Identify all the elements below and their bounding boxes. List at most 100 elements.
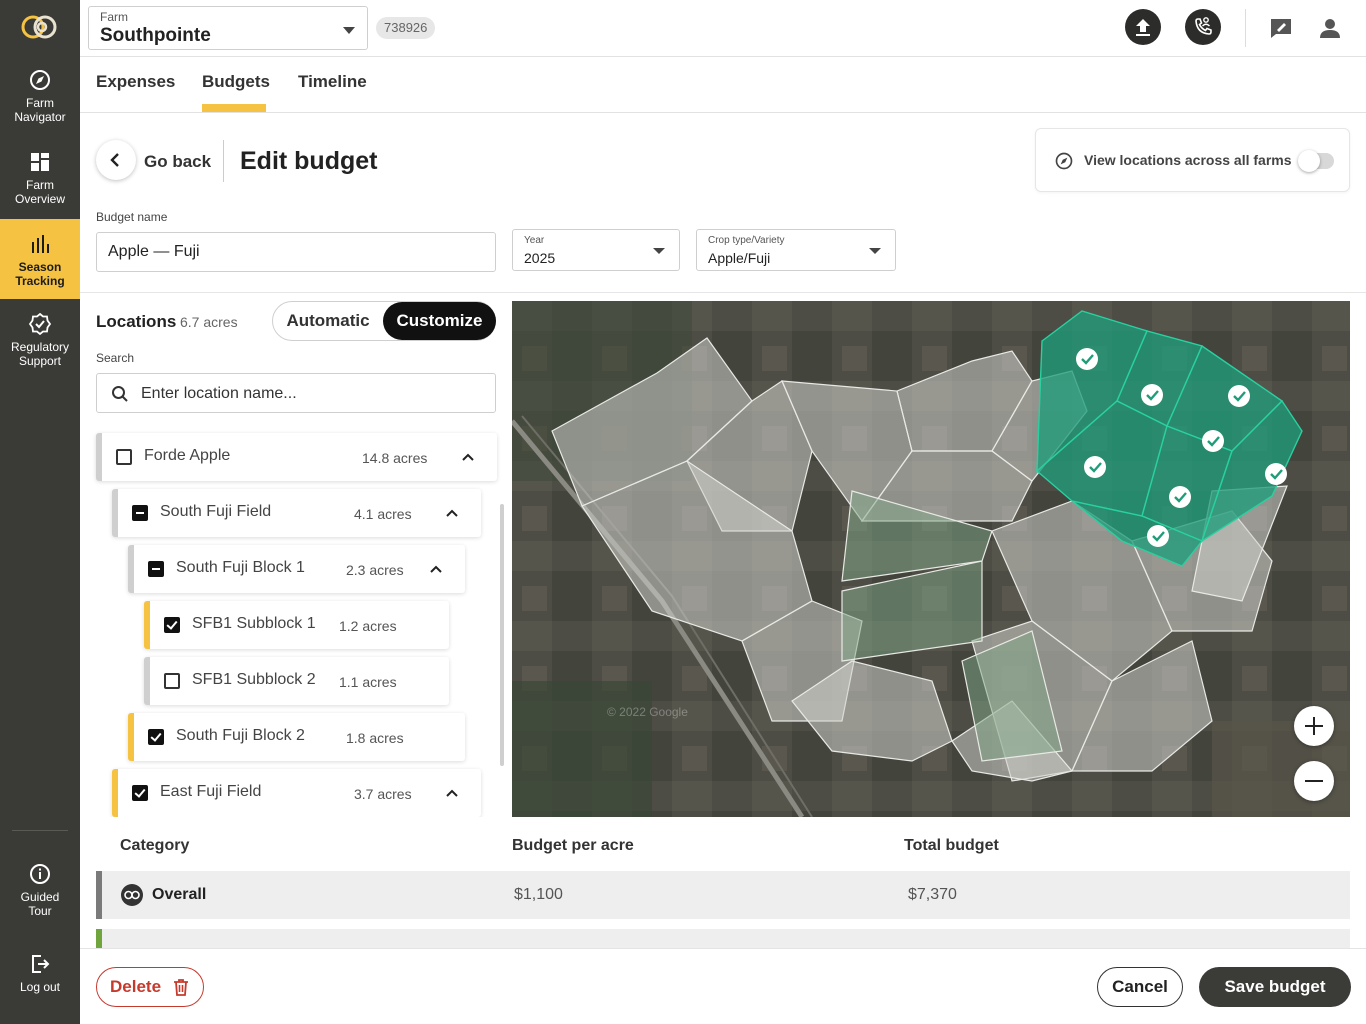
tab-timeline[interactable]: Timeline [298, 72, 367, 92]
location-acres: 4.1 acres [354, 506, 412, 522]
year-select[interactable]: Year 2025 [512, 229, 680, 271]
nav-label-1: Guided [20, 890, 60, 904]
delete-button-label: Delete [110, 977, 162, 996]
back-button[interactable] [96, 140, 136, 180]
tab-budgets[interactable]: Budgets [202, 72, 270, 92]
year-select-value: 2025 [524, 250, 556, 266]
compass-icon [1055, 152, 1073, 170]
top-bar: Farm Southpointe 738926 [80, 0, 1366, 57]
checkbox[interactable] [164, 617, 180, 633]
tab-bar: Expenses Budgets Timeline [80, 57, 1366, 113]
budget-category: Overall [152, 886, 207, 903]
nav-log-out[interactable]: Log out [0, 952, 80, 1002]
location-name: SFB1 Subblock 1 [192, 615, 316, 632]
column-header-total-budget: Total budget [904, 837, 999, 854]
nav-label-1: Farm [26, 178, 54, 192]
map-watermark: © 2022 Google [607, 705, 688, 719]
bar-chart-icon [32, 235, 49, 253]
location-row-south-fuji-block-2[interactable]: South Fuji Block 2 1.8 acres [128, 713, 465, 761]
budget-row-partial [96, 929, 1350, 948]
footer-actions: Delete Cancel Save budget [80, 948, 1366, 1024]
chevron-left-icon [110, 153, 119, 167]
location-acres: 3.7 acres [354, 786, 412, 802]
sidebar: Farm Navigator Farm Overview Season Trac… [0, 0, 80, 1024]
feedback-icon[interactable] [1268, 15, 1294, 41]
chevron-up-icon[interactable] [442, 503, 462, 523]
field-map[interactable]: © 2022 Google [512, 301, 1350, 817]
nav-label-2: Overview [14, 192, 65, 206]
farm-select[interactable]: Farm Southpointe [88, 6, 368, 50]
checkbox[interactable] [132, 505, 148, 521]
delete-button[interactable]: Delete [96, 967, 204, 1007]
chevron-down-icon [869, 248, 881, 254]
location-name: Forde Apple [144, 447, 231, 464]
zoom-out-button[interactable] [1294, 761, 1334, 801]
badge-check-icon [28, 312, 52, 336]
location-tree: Forde Apple 14.8 acres South Fuji Field … [80, 430, 512, 817]
location-row-forde-apple[interactable]: Forde Apple 14.8 acres [96, 433, 497, 481]
budget-name-input[interactable]: Apple — Fuji [96, 232, 496, 272]
nav-label-1: Season [18, 260, 62, 274]
location-name: South Fuji Block 1 [176, 559, 305, 576]
checkbox[interactable] [148, 561, 164, 577]
nav-label-2: Navigator [14, 110, 66, 124]
budget-row-overall[interactable]: Overall $1,100 $7,370 [96, 871, 1350, 919]
zoom-in-button[interactable] [1294, 706, 1334, 746]
location-search-input[interactable]: Enter location name... [96, 373, 496, 413]
chevron-up-icon[interactable] [426, 559, 446, 579]
tab-expenses[interactable]: Expenses [96, 72, 175, 92]
nav-farm-overview[interactable]: Farm Overview [0, 150, 80, 212]
nav-guided-tour[interactable]: Guided Tour [0, 862, 80, 924]
app-logo [21, 15, 57, 39]
chevron-up-icon[interactable] [458, 447, 478, 467]
mode-customize-button[interactable]: Customize [383, 302, 496, 340]
upload-button[interactable] [1125, 9, 1161, 45]
topbar-divider [1245, 9, 1246, 47]
nav-season-tracking[interactable]: Season Tracking [0, 219, 80, 299]
nav-farm-navigator[interactable]: Farm Navigator [0, 68, 80, 130]
back-link[interactable]: Go back [144, 152, 211, 172]
chevron-down-icon [343, 27, 355, 34]
cancel-button[interactable]: Cancel [1097, 967, 1183, 1007]
nav-label-2: Support [18, 354, 62, 368]
checkbox[interactable] [116, 449, 132, 465]
column-header-budget-per-acre: Budget per acre [512, 837, 634, 854]
location-acres: 1.2 acres [339, 618, 397, 634]
year-select-label: Year [524, 235, 545, 246]
nav-regulatory-support[interactable]: Regulatory Support [0, 312, 80, 374]
section-divider [80, 292, 1366, 293]
search-icon [112, 386, 128, 402]
locations-title: Locations [96, 312, 177, 331]
compass-icon [30, 70, 50, 90]
save-budget-button[interactable]: Save budget [1199, 967, 1351, 1007]
location-row-south-fuji-block-1[interactable]: South Fuji Block 1 2.3 acres [128, 545, 465, 593]
location-acres: 1.1 acres [339, 674, 397, 690]
location-tree-scrollbar[interactable] [500, 504, 504, 766]
farm-select-label: Farm [100, 10, 128, 24]
checkbox[interactable] [148, 729, 164, 745]
chevron-up-icon[interactable] [442, 783, 462, 803]
location-row-sfb1-subblock-1[interactable]: SFB1 Subblock 1 1.2 acres [144, 601, 449, 649]
location-row-south-fuji-field[interactable]: South Fuji Field 4.1 acres [112, 489, 481, 537]
crop-variety-select[interactable]: Crop type/Variety Apple/Fuji [696, 229, 896, 271]
minus-icon [1305, 780, 1323, 782]
location-row-east-fuji-field[interactable]: East Fuji Field 3.7 acres [112, 769, 481, 817]
checkbox[interactable] [164, 673, 180, 689]
logout-icon [32, 955, 50, 973]
column-header-category: Category [120, 837, 190, 854]
crop-variety-value: Apple/Fuji [708, 250, 771, 266]
view-all-farms-toggle[interactable] [1298, 150, 1334, 172]
location-acres: 2.3 acres [346, 562, 404, 578]
search-placeholder: Enter location name... [141, 385, 297, 402]
mode-automatic-button[interactable]: Automatic [273, 302, 383, 340]
total-budget-value: $7,370 [908, 886, 957, 903]
checkbox[interactable] [132, 785, 148, 801]
user-icon[interactable] [1317, 15, 1343, 41]
phone-support-button[interactable] [1185, 9, 1221, 45]
nav-label-2: Tour [28, 904, 52, 918]
header-divider [223, 140, 224, 182]
dashboard-icon [31, 153, 49, 171]
plus-icon [1305, 717, 1323, 735]
chevron-down-icon [653, 248, 665, 254]
location-row-sfb1-subblock-2[interactable]: SFB1 Subblock 2 1.1 acres [144, 657, 449, 705]
